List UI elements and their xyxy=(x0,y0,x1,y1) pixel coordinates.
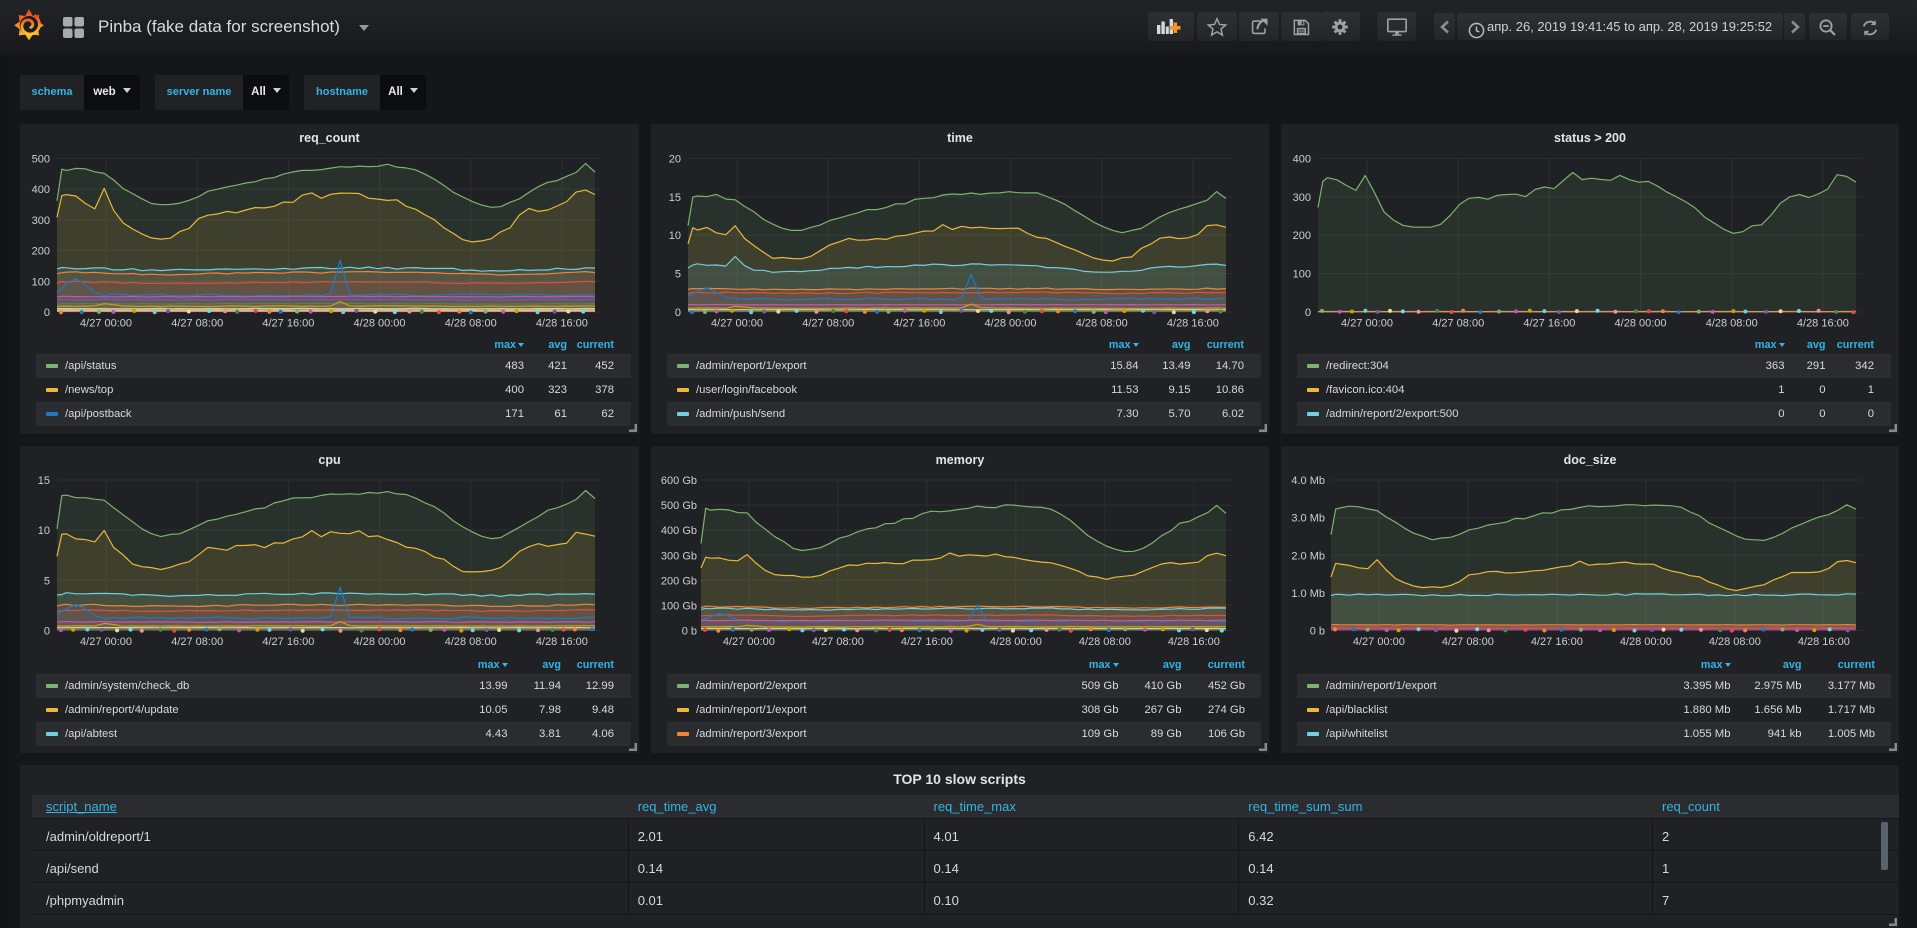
svg-text:500: 500 xyxy=(32,153,50,165)
svg-text:4/28 08:00: 4/28 08:00 xyxy=(445,318,497,330)
svg-text:4/28 00:00: 4/28 00:00 xyxy=(1615,318,1667,330)
svg-text:4/27 00:00: 4/27 00:00 xyxy=(711,318,763,330)
svg-text:4/28 16:00: 4/28 16:00 xyxy=(536,318,588,330)
svg-text:4/28 08:00: 4/28 08:00 xyxy=(1079,636,1131,648)
svg-text:0: 0 xyxy=(675,307,681,319)
svg-text:300: 300 xyxy=(1293,192,1311,204)
svg-text:4/27 00:00: 4/27 00:00 xyxy=(1353,636,1405,648)
svg-text:4/28 16:00: 4/28 16:00 xyxy=(1798,636,1850,648)
svg-text:4/28 16:00: 4/28 16:00 xyxy=(1167,318,1219,330)
svg-text:4/28 00:00: 4/28 00:00 xyxy=(354,318,406,330)
svg-text:200: 200 xyxy=(32,246,50,258)
svg-text:4/28 00:00: 4/28 00:00 xyxy=(985,318,1037,330)
svg-text:0 b: 0 b xyxy=(682,625,697,637)
svg-text:4/27 00:00: 4/27 00:00 xyxy=(80,636,132,648)
svg-text:2.0 Mb: 2.0 Mb xyxy=(1291,550,1325,562)
svg-text:1.0 Mb: 1.0 Mb xyxy=(1291,587,1325,599)
svg-text:4/27 16:00: 4/27 16:00 xyxy=(1531,636,1583,648)
svg-text:4/28 08:00: 4/28 08:00 xyxy=(1709,636,1761,648)
svg-text:300: 300 xyxy=(32,215,50,227)
svg-text:10: 10 xyxy=(38,525,50,537)
svg-text:4/28 00:00: 4/28 00:00 xyxy=(354,636,406,648)
svg-text:4/28 08:00: 4/28 08:00 xyxy=(1076,318,1128,330)
svg-text:3.0 Mb: 3.0 Mb xyxy=(1291,512,1325,524)
svg-text:100 Gb: 100 Gb xyxy=(661,600,697,612)
svg-text:4/27 08:00: 4/27 08:00 xyxy=(1442,636,1494,648)
svg-text:4/28 16:00: 4/28 16:00 xyxy=(1797,318,1849,330)
svg-text:4/27 16:00: 4/27 16:00 xyxy=(262,636,314,648)
svg-text:4/27 16:00: 4/27 16:00 xyxy=(262,318,314,330)
svg-text:4/27 08:00: 4/27 08:00 xyxy=(171,636,223,648)
svg-text:4/27 16:00: 4/27 16:00 xyxy=(1523,318,1575,330)
svg-text:4/28 08:00: 4/28 08:00 xyxy=(1706,318,1758,330)
svg-text:4/28 16:00: 4/28 16:00 xyxy=(536,636,588,648)
svg-text:200 Gb: 200 Gb xyxy=(661,575,697,587)
svg-text:4/28 08:00: 4/28 08:00 xyxy=(445,636,497,648)
svg-text:5: 5 xyxy=(675,269,681,281)
svg-text:4/27 00:00: 4/27 00:00 xyxy=(1341,318,1393,330)
svg-text:4.0 Mb: 4.0 Mb xyxy=(1291,475,1325,487)
svg-text:20: 20 xyxy=(669,153,681,165)
svg-text:4/27 00:00: 4/27 00:00 xyxy=(80,318,132,330)
svg-text:4/28 16:00: 4/28 16:00 xyxy=(1168,636,1220,648)
svg-text:5: 5 xyxy=(44,575,50,587)
svg-text:0 b: 0 b xyxy=(1310,625,1325,637)
svg-text:200: 200 xyxy=(1293,230,1311,242)
svg-text:400: 400 xyxy=(1293,153,1311,165)
svg-text:400 Gb: 400 Gb xyxy=(661,525,697,537)
svg-text:0: 0 xyxy=(44,625,50,637)
svg-text:4/28 00:00: 4/28 00:00 xyxy=(1620,636,1672,648)
svg-text:15: 15 xyxy=(38,475,50,487)
svg-text:0: 0 xyxy=(1305,307,1311,319)
svg-text:500 Gb: 500 Gb xyxy=(661,500,697,512)
svg-text:10: 10 xyxy=(669,230,681,242)
svg-text:4/27 08:00: 4/27 08:00 xyxy=(171,318,223,330)
svg-text:0: 0 xyxy=(44,307,50,319)
svg-text:4/27 00:00: 4/27 00:00 xyxy=(723,636,775,648)
svg-text:4/27 08:00: 4/27 08:00 xyxy=(1432,318,1484,330)
svg-text:15: 15 xyxy=(669,192,681,204)
svg-text:100: 100 xyxy=(1293,269,1311,281)
svg-text:4/27 16:00: 4/27 16:00 xyxy=(893,318,945,330)
svg-text:4/27 16:00: 4/27 16:00 xyxy=(901,636,953,648)
svg-text:100: 100 xyxy=(32,276,50,288)
svg-text:4/28 00:00: 4/28 00:00 xyxy=(990,636,1042,648)
svg-text:4/27 08:00: 4/27 08:00 xyxy=(802,318,854,330)
svg-text:600 Gb: 600 Gb xyxy=(661,475,697,487)
svg-text:4/27 08:00: 4/27 08:00 xyxy=(812,636,864,648)
svg-text:400: 400 xyxy=(32,184,50,196)
svg-text:300 Gb: 300 Gb xyxy=(661,550,697,562)
